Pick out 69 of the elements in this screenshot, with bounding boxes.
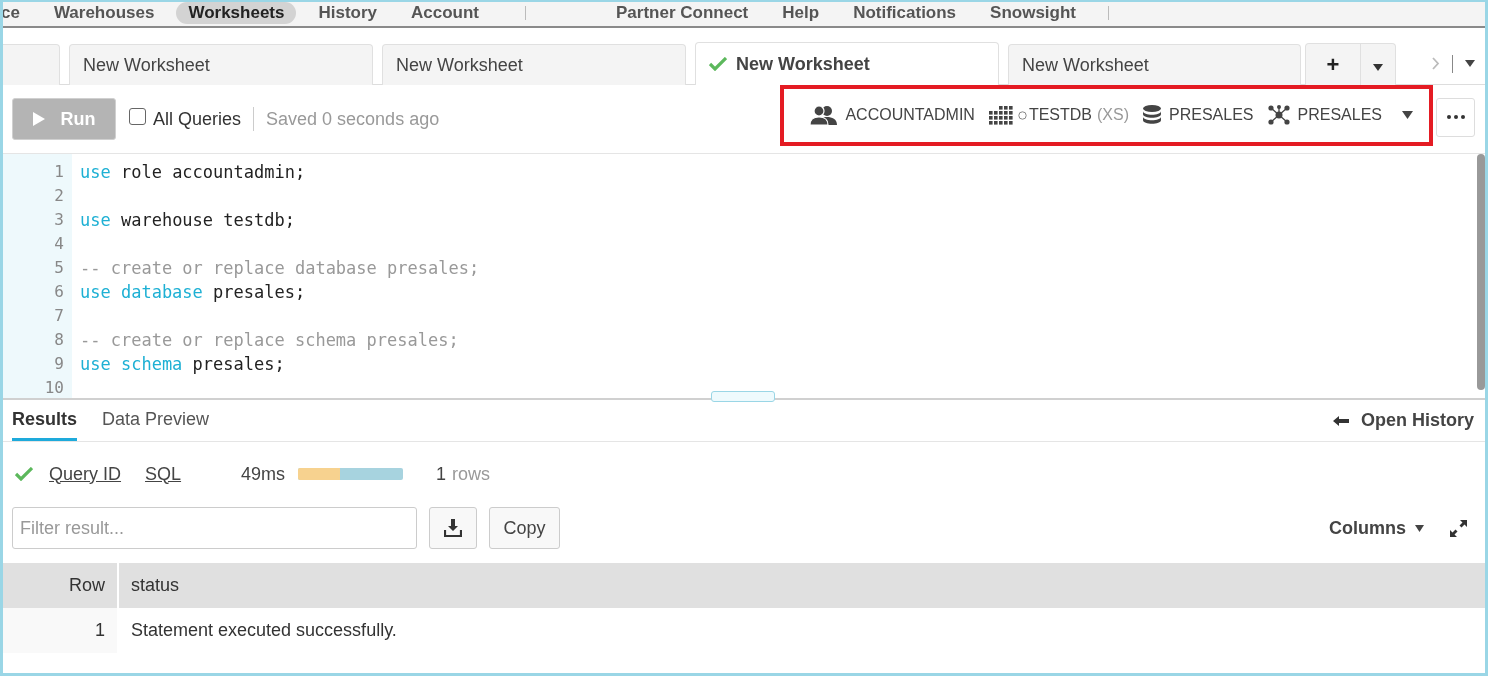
line-number: 3 [53, 209, 65, 231]
nav-item[interactable]: History [306, 2, 390, 24]
arrow-left-icon [1332, 415, 1349, 426]
copy-button[interactable]: Copy [489, 507, 560, 549]
query-id-link[interactable]: Query ID [49, 463, 122, 485]
more-button[interactable] [1436, 97, 1475, 137]
nav-item[interactable]: Snowsight [978, 2, 1089, 24]
worksheet-tab[interactable]: New Worksheet [1008, 44, 1301, 85]
row-count-unit: rows [452, 463, 491, 485]
checkbox-label: All Queries [153, 108, 242, 130]
caret-icon [1465, 60, 1475, 67]
users-icon [810, 105, 838, 125]
check-icon [709, 57, 727, 71]
code-line: use role accountadmin; [80, 161, 307, 184]
open-history-link[interactable]: Open History [1332, 410, 1474, 441]
line-number: 6 [53, 281, 65, 303]
line-number: 7 [53, 305, 65, 327]
line-number: 8 [53, 329, 65, 351]
grid-icon [988, 105, 1013, 125]
nav-item[interactable]: Warehouses [41, 2, 167, 24]
nav-item[interactable]: Help [770, 2, 832, 24]
play-icon [32, 112, 45, 126]
status-circle-icon [1017, 110, 1027, 120]
resize-handle[interactable] [711, 391, 775, 402]
line-number: 5 [53, 257, 65, 279]
code-line: use warehouse testdb; [80, 209, 296, 232]
nav-item[interactable]: Notifications [841, 2, 969, 24]
schema-selector[interactable]: PRESALES [1267, 105, 1382, 125]
nav-item[interactable]: Partner Connect [604, 2, 761, 24]
code-line: use database presales; [80, 281, 307, 304]
results-tab[interactable]: Data Preview [102, 409, 210, 441]
role-selector[interactable]: ACCOUNTADMIN [810, 105, 975, 125]
scrollbar-thumb[interactable] [1477, 154, 1485, 390]
line-number: 10 [43, 377, 65, 399]
saved-status: Saved 0 seconds ago [266, 108, 440, 130]
nodes-icon [1267, 105, 1290, 125]
duration-text: 49ms [241, 463, 286, 485]
worksheet-tab[interactable]: New Worksheet [695, 42, 999, 85]
results-tab[interactable]: Results [12, 409, 78, 441]
filter-field[interactable]: Filter result... [12, 507, 417, 549]
nav-item[interactable]: Worksheets [176, 2, 297, 24]
table-cell-text: Statement executed successfully. [130, 619, 398, 642]
table-cell: 1 [3, 608, 119, 653]
code-line: -- create or replace schema presales; [80, 329, 460, 352]
code-line: -- create or replace database presales; [80, 257, 481, 280]
caret-icon [1402, 111, 1413, 119]
chevron-right-icon [1432, 57, 1440, 70]
caret-icon [1373, 63, 1383, 71]
line-number: 4 [53, 233, 65, 255]
worksheet-tab[interactable]: New Worksheet [382, 44, 686, 85]
download-button[interactable] [429, 507, 477, 549]
worksheet-tab[interactable]: New Worksheet [69, 44, 373, 85]
download-icon [444, 519, 462, 537]
nav-item[interactable]: Account [399, 2, 492, 24]
database-icon [1143, 105, 1162, 125]
line-number: 2 [53, 185, 65, 207]
code-line: use schema presales; [80, 353, 286, 376]
more-icon [1446, 115, 1465, 119]
caret-icon [1415, 524, 1424, 532]
expand-icon [1450, 519, 1467, 537]
column-header[interactable]: status [119, 563, 1485, 608]
checkbox[interactable] [129, 107, 146, 125]
row-count: 1 [436, 463, 447, 485]
database-selector[interactable]: PRESALES [1143, 105, 1254, 125]
line-number: 1 [53, 161, 65, 183]
warehouse-selector[interactable]: TESTDB (XS) [988, 105, 1130, 125]
line-number: 9 [53, 353, 65, 375]
sql-link[interactable]: SQL [145, 463, 182, 485]
columns-button[interactable]: Columns [1329, 517, 1424, 539]
